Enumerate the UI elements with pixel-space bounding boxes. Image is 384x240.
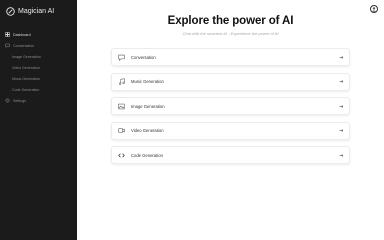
card-video-generation[interactable]: Video Generation: [111, 121, 350, 140]
app-name: Magician AI: [18, 8, 55, 15]
page-title: Explore the power of AI: [167, 15, 294, 27]
grid-icon: [5, 32, 10, 37]
sidebar-item-label: Music Generation: [12, 76, 41, 81]
code-icon: [118, 152, 125, 159]
arrow-right-icon: [339, 55, 344, 60]
sidebar-item-image-generation[interactable]: Image Generation: [0, 51, 77, 62]
card-music-generation[interactable]: Music Generation: [111, 72, 350, 91]
magic-wand-icon: [6, 7, 15, 16]
user-icon: [371, 7, 377, 12]
video-icon: [118, 127, 125, 134]
card-label: Video Generation: [131, 128, 164, 133]
sidebar-item-label: Code Generation: [12, 87, 40, 92]
arrow-right-icon: [339, 104, 344, 109]
card-label: Code Generation: [131, 152, 163, 158]
card-label: Music Generation: [131, 79, 164, 84]
image-icon: [118, 103, 125, 110]
arrow-right-icon: [339, 153, 344, 158]
card-label: Conversation: [131, 54, 156, 60]
sidebar-item-code-generation[interactable]: Code Generation: [0, 84, 77, 95]
user-avatar[interactable]: [370, 5, 378, 13]
card-conversation[interactable]: Conversation: [111, 48, 350, 66]
card-label: Image Generation: [131, 103, 165, 109]
sidebar-item-label: Image Generation: [12, 54, 41, 59]
sidebar-item-dashboard[interactable]: Dashboard: [0, 29, 77, 40]
brand[interactable]: Magician AI: [6, 6, 76, 17]
sidebar-item-settings[interactable]: Settings: [0, 95, 77, 106]
chat-icon: [5, 43, 10, 48]
music-icon: [118, 78, 125, 85]
arrow-right-icon: [339, 79, 344, 84]
sidebar-item-label: Settings: [13, 98, 26, 103]
sidebar-item-label: Conversation: [13, 43, 35, 48]
sidebar-item-label: Dashboard: [13, 32, 31, 37]
sidebar-item-video-generation[interactable]: Video Generation: [0, 62, 77, 73]
sidebar-item-conversation[interactable]: Conversation: [0, 40, 77, 51]
sidebar: Magician AI Dashboard Conversation Image…: [0, 0, 77, 240]
sidebar-nav: Dashboard Conversation Image Generation …: [0, 29, 77, 106]
sidebar-item-music-generation[interactable]: Music Generation: [0, 73, 77, 84]
arrow-right-icon: [339, 128, 344, 133]
gear-icon: [5, 98, 10, 103]
page-subtitle: Chat with the smartest AI - Experience t…: [182, 31, 279, 36]
chat-icon: [118, 54, 125, 61]
card-code-generation[interactable]: Code Generation: [111, 146, 350, 164]
card-image-generation[interactable]: Image Generation: [111, 97, 350, 115]
sidebar-item-label: Video Generation: [12, 65, 40, 70]
feature-cards: Conversation Music Generation Image Gene…: [111, 48, 350, 171]
main-content: Explore the power of AI Chat with the sm…: [77, 0, 384, 240]
